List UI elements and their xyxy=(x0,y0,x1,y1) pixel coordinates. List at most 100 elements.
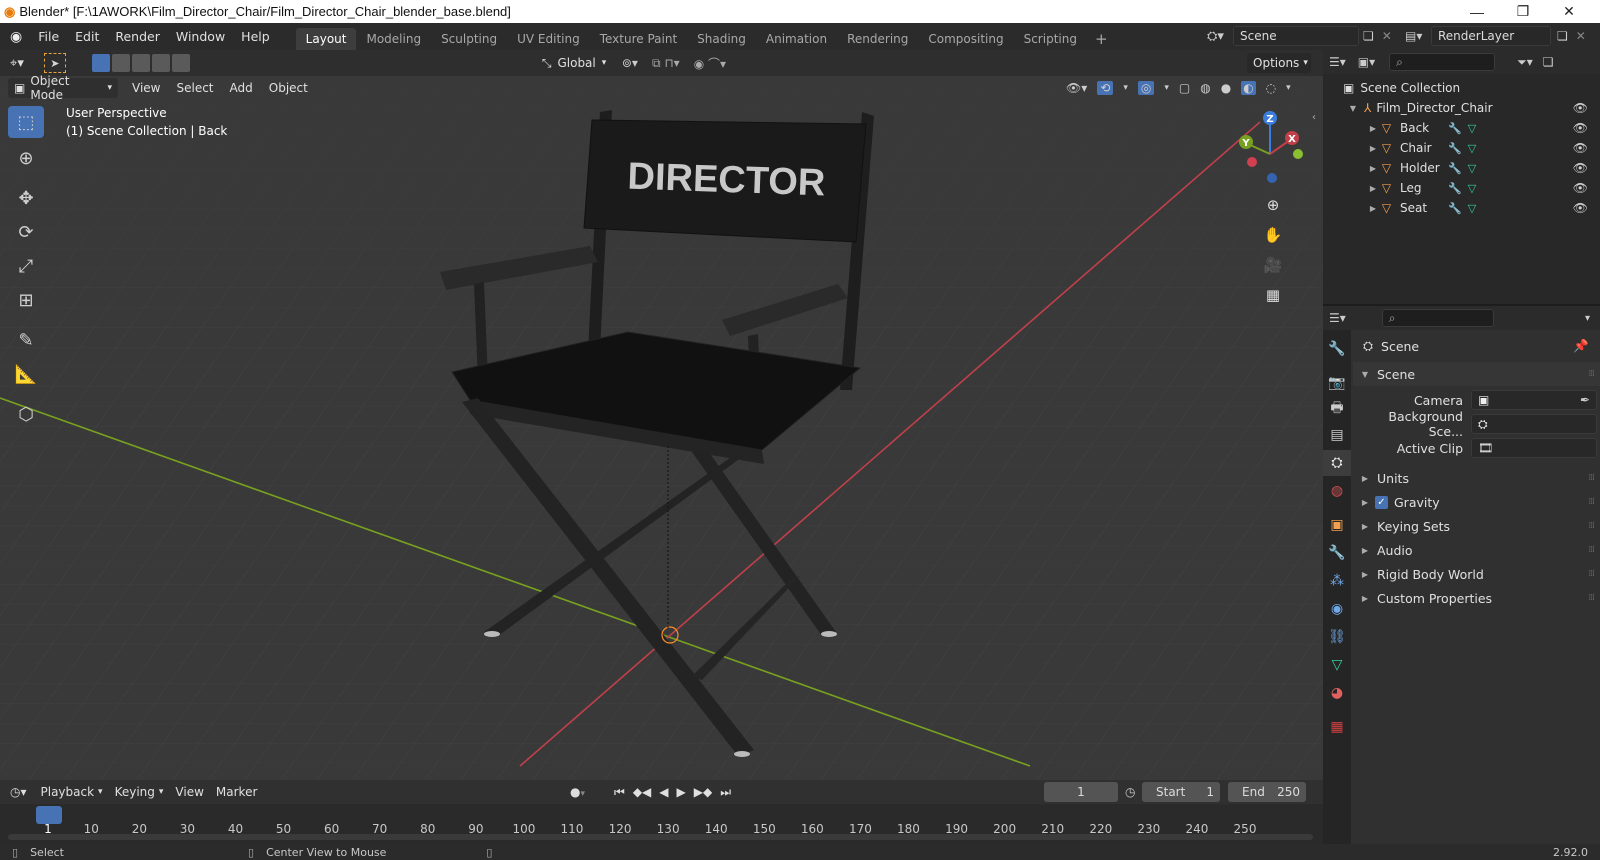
scene-name-field[interactable]: Scene xyxy=(1233,26,1359,46)
audio-panel-header[interactable]: ▶ Audio ⁞⁞⁞ xyxy=(1353,538,1600,562)
select-box-tool-icon[interactable]: ⬚ xyxy=(8,106,44,138)
viewport-menu-object[interactable]: Object xyxy=(261,81,316,95)
modifier-wrench-icon[interactable]: 🔧 xyxy=(1448,142,1462,155)
move-tool-icon[interactable]: ✥ xyxy=(8,182,44,214)
drag-grip-icon[interactable]: ⁞⁞⁞ xyxy=(1588,569,1595,579)
custom-properties-panel-header[interactable]: ▶ Custom Properties ⁞⁞⁞ xyxy=(1353,586,1600,610)
world-tab-icon[interactable]: ◍ xyxy=(1323,478,1351,504)
pan-hand-icon[interactable]: ✋ xyxy=(1259,220,1287,250)
drag-grip-icon[interactable]: ⁞⁞⁞ xyxy=(1588,497,1595,507)
select-new-icon[interactable] xyxy=(91,54,110,72)
scene-tab-icon[interactable]: ⛭ xyxy=(1323,450,1351,476)
chevron-down-icon[interactable]: ▾ xyxy=(1286,83,1291,93)
tab-texture-paint[interactable]: Texture Paint xyxy=(590,28,687,50)
select-extend-icon[interactable] xyxy=(111,54,130,72)
scale-tool-icon[interactable]: ⤢ xyxy=(8,250,44,282)
cursor-tool-icon[interactable]: ⊕ xyxy=(8,142,44,174)
modifier-tab-icon[interactable]: 🔧 xyxy=(1323,540,1351,566)
mesh-data-icon[interactable]: ▽ xyxy=(1468,182,1476,195)
select-invert-icon[interactable] xyxy=(151,54,170,72)
snap-icon[interactable]: ⧉ ⊓▾ xyxy=(652,56,680,71)
sidebar-toggle-icon[interactable]: ‹ xyxy=(1312,112,1316,123)
add-workspace-button[interactable]: + xyxy=(1087,28,1116,50)
particles-tab-icon[interactable]: ⁂ xyxy=(1323,568,1351,594)
mesh-data-icon[interactable]: ▽ xyxy=(1468,202,1476,215)
filter-icon[interactable]: ⏷▾ xyxy=(1517,55,1533,70)
pivot-point-icon[interactable]: ⊚▾ xyxy=(622,56,638,70)
select-intersect-icon[interactable] xyxy=(171,54,190,72)
expand-arrow-icon[interactable]: ▶ xyxy=(1367,164,1379,173)
render-layer-field[interactable]: RenderLayer xyxy=(1431,26,1551,46)
gravity-panel-header[interactable]: ▶ ✓ Gravity ⁞⁞⁞ xyxy=(1353,490,1600,514)
expand-arrow-icon[interactable]: ▶ xyxy=(1367,144,1379,153)
3d-viewport[interactable]: DIRECTOR Z X Y ⌖▾ ➤ ⤡ Global ▾ ⊚▾ ⧉ ⊓▾ ◉… xyxy=(0,50,1323,780)
tab-animation[interactable]: Animation xyxy=(756,28,837,50)
viewport-menu-select[interactable]: Select xyxy=(168,81,221,95)
select-subtract-icon[interactable] xyxy=(131,54,150,72)
tab-scripting[interactable]: Scripting xyxy=(1014,28,1087,50)
annotate-tool-icon[interactable]: ✎ xyxy=(8,324,44,356)
outliner-item-holder[interactable]: ▶ ▽ Holder 🔧 ▽ 👁 xyxy=(1323,158,1600,178)
transform-orientation-dropdown[interactable]: ⤡ Global ▾ xyxy=(536,53,614,73)
mode-dropdown[interactable]: ▣ Object Mode ▾ xyxy=(8,74,118,102)
tab-sculpting[interactable]: Sculpting xyxy=(431,28,507,50)
overlays-icon[interactable]: ◎ xyxy=(1137,81,1155,95)
view-layer-tab-icon[interactable]: ▤ xyxy=(1323,422,1351,448)
shading-material-icon[interactable]: ◐ xyxy=(1241,81,1256,95)
options-dropdown[interactable]: Options ▾ xyxy=(1247,53,1311,73)
data-tab-icon[interactable]: ▽ xyxy=(1323,652,1351,678)
outliner-item-chair[interactable]: ▶ ▽ Chair 🔧 ▽ 👁 xyxy=(1323,138,1600,158)
menu-file[interactable]: File xyxy=(30,29,67,44)
physics-tab-icon[interactable]: ◉ xyxy=(1323,596,1351,622)
rotate-tool-icon[interactable]: ⟳ xyxy=(8,216,44,248)
scene-icon[interactable]: ⛭▾ xyxy=(1207,29,1233,44)
visibility-eye-icon[interactable]: 👁 xyxy=(1573,101,1588,115)
mesh-data-icon[interactable]: ▽ xyxy=(1468,122,1476,135)
tool-tab-icon[interactable]: 🔧 xyxy=(1323,336,1351,362)
outliner-item-back[interactable]: ▶ ▽ Back 🔧 ▽ 👁 xyxy=(1323,118,1600,138)
camera-field[interactable]: ▣ ✒ xyxy=(1471,390,1597,410)
visibility-eye-icon[interactable]: 👁 xyxy=(1573,181,1588,195)
shading-solid-icon[interactable]: ● xyxy=(1221,81,1231,95)
outliner-scene-collection[interactable]: ▣ Scene Collection xyxy=(1323,78,1600,98)
expand-arrow-icon[interactable]: ▶ xyxy=(1367,124,1379,133)
render-layer-icon[interactable]: ▤▾ xyxy=(1405,29,1431,43)
scene-panel-header[interactable]: ▼ Scene ⁞⁞⁞ xyxy=(1353,362,1600,386)
tab-compositing[interactable]: Compositing xyxy=(918,28,1013,50)
drag-grip-icon[interactable]: ⁞⁞⁞ xyxy=(1588,593,1595,603)
display-mode-icon[interactable]: ▣▾ xyxy=(1358,55,1375,69)
menu-render[interactable]: Render xyxy=(107,29,168,44)
units-panel-header[interactable]: ▶ Units ⁞⁞⁞ xyxy=(1353,466,1600,490)
viewport-menu-add[interactable]: Add xyxy=(222,81,261,95)
menu-window[interactable]: Window xyxy=(168,29,233,44)
drag-grip-icon[interactable]: ⁞⁞⁞ xyxy=(1588,521,1595,531)
shading-rendered-icon[interactable]: ◌ xyxy=(1266,81,1276,95)
editor-type-icon[interactable]: ⌖▾ xyxy=(10,56,24,71)
new-scene-icon[interactable]: ❏ xyxy=(1363,29,1374,43)
properties-search-input[interactable]: ⌕ xyxy=(1381,309,1494,327)
measure-tool-icon[interactable]: 📐 xyxy=(8,358,44,390)
outliner-item-seat[interactable]: ▶ ▽ Seat 🔧 ▽ 👁 xyxy=(1323,198,1600,218)
shading-wireframe-icon[interactable]: ◍ xyxy=(1200,81,1210,95)
object-tab-icon[interactable]: ▣ xyxy=(1323,512,1351,538)
output-tab-icon[interactable]: 🖶 xyxy=(1323,396,1351,422)
tab-rendering[interactable]: Rendering xyxy=(837,28,918,50)
tab-uv-editing[interactable]: UV Editing xyxy=(507,28,590,50)
expand-arrow-icon[interactable]: ▶ xyxy=(1367,184,1379,193)
outliner-collection-film-director-chair[interactable]: ▼ ⅄ Film_Director_Chair 👁 xyxy=(1323,98,1600,118)
zoom-icon[interactable]: ⊕ xyxy=(1259,190,1287,220)
background-scene-field[interactable]: ⛭ xyxy=(1471,414,1597,434)
outliner-item-leg[interactable]: ▶ ▽ Leg 🔧 ▽ 👁 xyxy=(1323,178,1600,198)
outliner-editor-icon[interactable]: ☰▾ xyxy=(1329,55,1346,69)
tab-modeling[interactable]: Modeling xyxy=(356,28,431,50)
modifier-wrench-icon[interactable]: 🔧 xyxy=(1448,202,1462,215)
new-layer-icon[interactable]: ❏ xyxy=(1557,29,1568,43)
tab-layout[interactable]: Layout xyxy=(295,28,357,50)
new-collection-icon[interactable]: ❏ xyxy=(1543,55,1554,69)
visibility-eye-icon[interactable]: 👁 xyxy=(1573,161,1588,175)
xray-icon[interactable]: ▢ xyxy=(1179,81,1190,95)
visibility-eye-icon[interactable]: 👁 xyxy=(1573,201,1588,215)
viewport-menu-view[interactable]: View xyxy=(124,81,168,95)
render-tab-icon[interactable]: 📷 xyxy=(1323,370,1351,396)
add-cube-tool-icon[interactable]: ⬡ xyxy=(8,398,44,430)
